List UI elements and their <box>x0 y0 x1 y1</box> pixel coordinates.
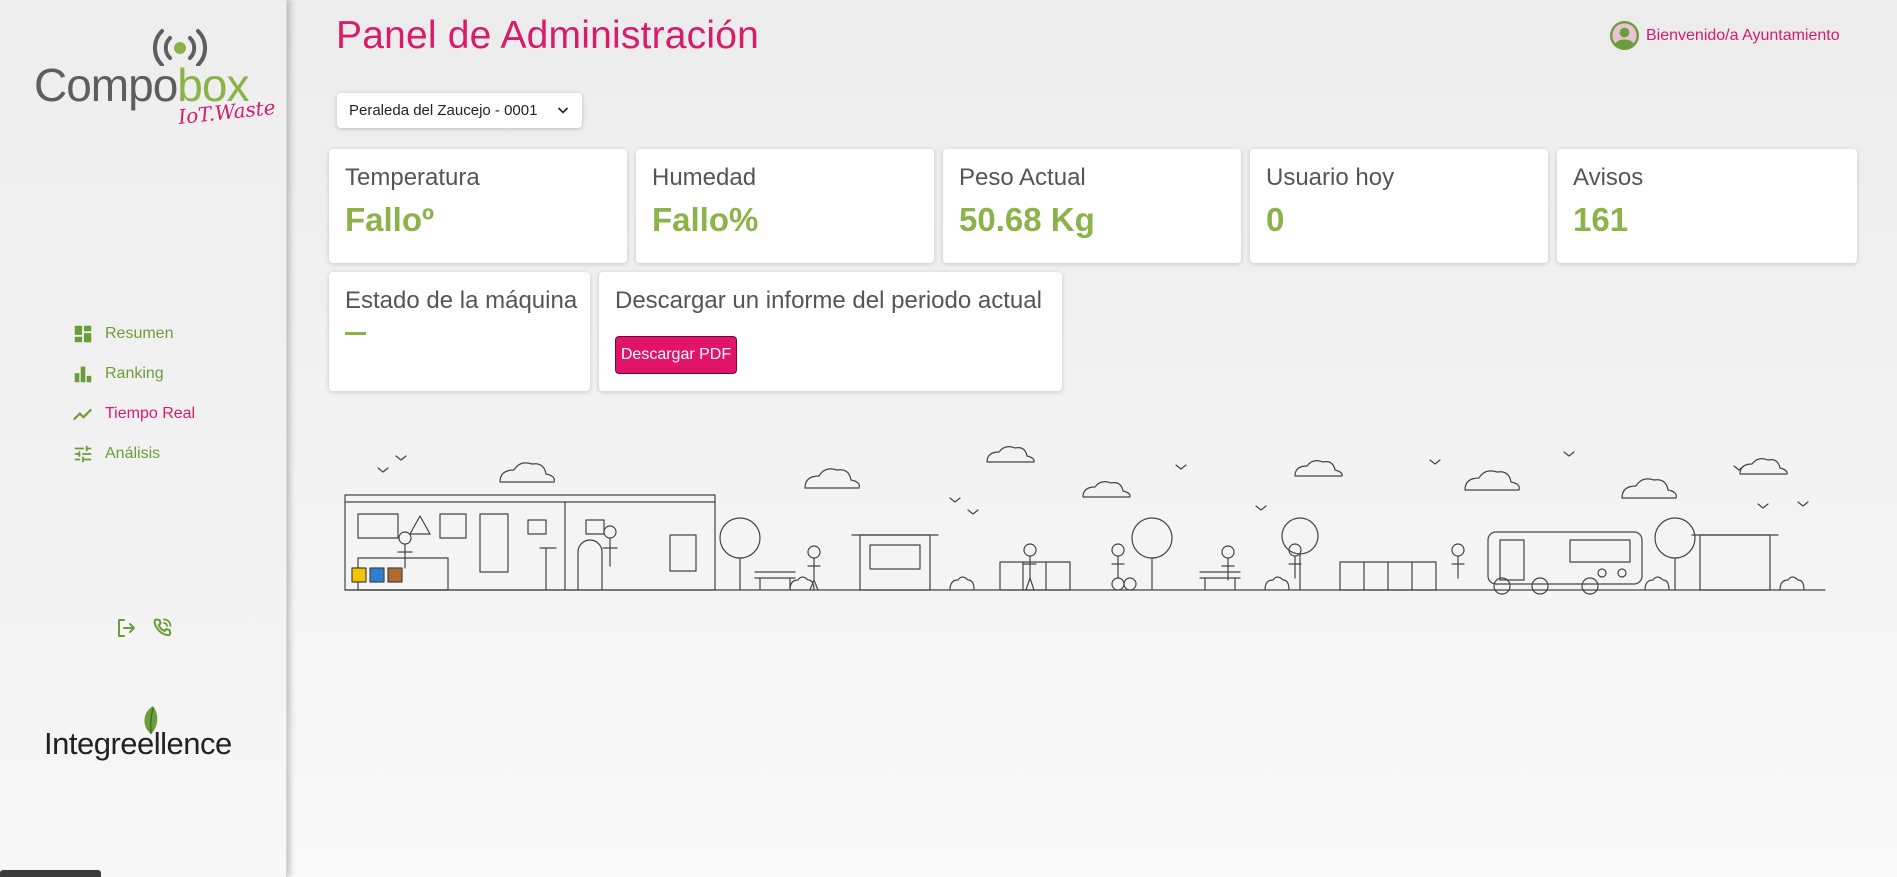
sidebar-item-tiempo-real[interactable]: Tiempo Real <box>72 394 195 434</box>
dashboard-icon <box>72 323 94 345</box>
weight-card: Peso Actual 50.68 Kg <box>943 149 1241 263</box>
card-value: 161 <box>1573 201 1629 238</box>
trees <box>719 517 1696 591</box>
sidebar-item-label: Ranking <box>105 365 164 382</box>
city-illustration <box>344 446 1826 595</box>
card-label: Avisos <box>1573 164 1644 191</box>
machine-status-card: Estado de la máquina <box>329 272 590 391</box>
sidebar-item-ranking[interactable]: Ranking <box>72 354 195 394</box>
card-label: Descargar un informe del periodo actual <box>615 287 1042 314</box>
sidebar-item-resumen[interactable]: Resumen <box>72 314 195 354</box>
card-label: Usuario hoy <box>1266 164 1395 191</box>
device-selector-value: Peraleda del Zaucejo - 0001 <box>349 102 538 119</box>
report-card: Descargar un informe del periodo actual … <box>599 272 1062 391</box>
bus <box>1487 531 1643 595</box>
chevron-down-icon <box>557 107 569 114</box>
bottom-tab[interactable] <box>0 870 101 877</box>
phone-icon[interactable] <box>150 616 174 640</box>
sidebar-nav: Resumen Ranking Tiempo Real Análisis <box>72 314 195 474</box>
temperature-card: Temperatura Falloº <box>329 149 627 263</box>
status-dash <box>345 332 366 335</box>
house <box>344 494 716 591</box>
card-label: Humedad <box>652 164 757 191</box>
card-value: Fallo% <box>652 201 759 238</box>
humidity-card: Humedad Fallo% <box>636 149 934 263</box>
card-value: Falloº <box>345 201 435 238</box>
bushes <box>789 576 1805 591</box>
sidebar-item-analisis[interactable]: Análisis <box>72 434 195 474</box>
clouds <box>499 446 1788 499</box>
birds <box>377 451 1809 515</box>
trending-icon <box>72 403 94 425</box>
sidebar-item-label: Tiempo Real <box>105 405 196 422</box>
sidebar: Compobox IoT.Waste Resumen Ranking Tiemp… <box>0 0 287 877</box>
page-title: Panel de Administración <box>336 14 760 57</box>
waste-containers <box>999 561 1437 591</box>
card-value: 0 <box>1266 201 1285 238</box>
card-value: 50.68 Kg <box>959 201 1095 238</box>
user-menu[interactable]: Bienvenido/a Ayuntamiento <box>1609 20 1840 51</box>
card-label: Peso Actual <box>959 164 1086 191</box>
welcome-text: Bienvenido/a Ayuntamiento <box>1646 26 1840 44</box>
users-today-card: Usuario hoy 0 <box>1250 149 1548 263</box>
card-label: Temperatura <box>345 164 480 191</box>
people <box>754 543 1465 591</box>
integreellence-logo: Integreellence <box>44 704 244 764</box>
tune-icon <box>72 443 94 465</box>
warnings-card: Avisos 161 <box>1557 149 1857 263</box>
download-pdf-button[interactable]: Descargar PDF <box>615 336 737 374</box>
logout-icon[interactable] <box>114 616 138 640</box>
sidebar-actions <box>114 616 174 640</box>
sidebar-item-label: Análisis <box>105 445 161 462</box>
card-label: Estado de la máquina <box>345 287 578 314</box>
avatar-icon <box>1609 20 1640 51</box>
bar-chart-icon <box>72 363 94 385</box>
compobox-logo[interactable]: Compobox IoT.Waste <box>30 26 277 130</box>
device-selector[interactable]: Peraleda del Zaucejo - 0001 <box>337 93 582 128</box>
sidebar-item-label: Resumen <box>105 325 174 342</box>
